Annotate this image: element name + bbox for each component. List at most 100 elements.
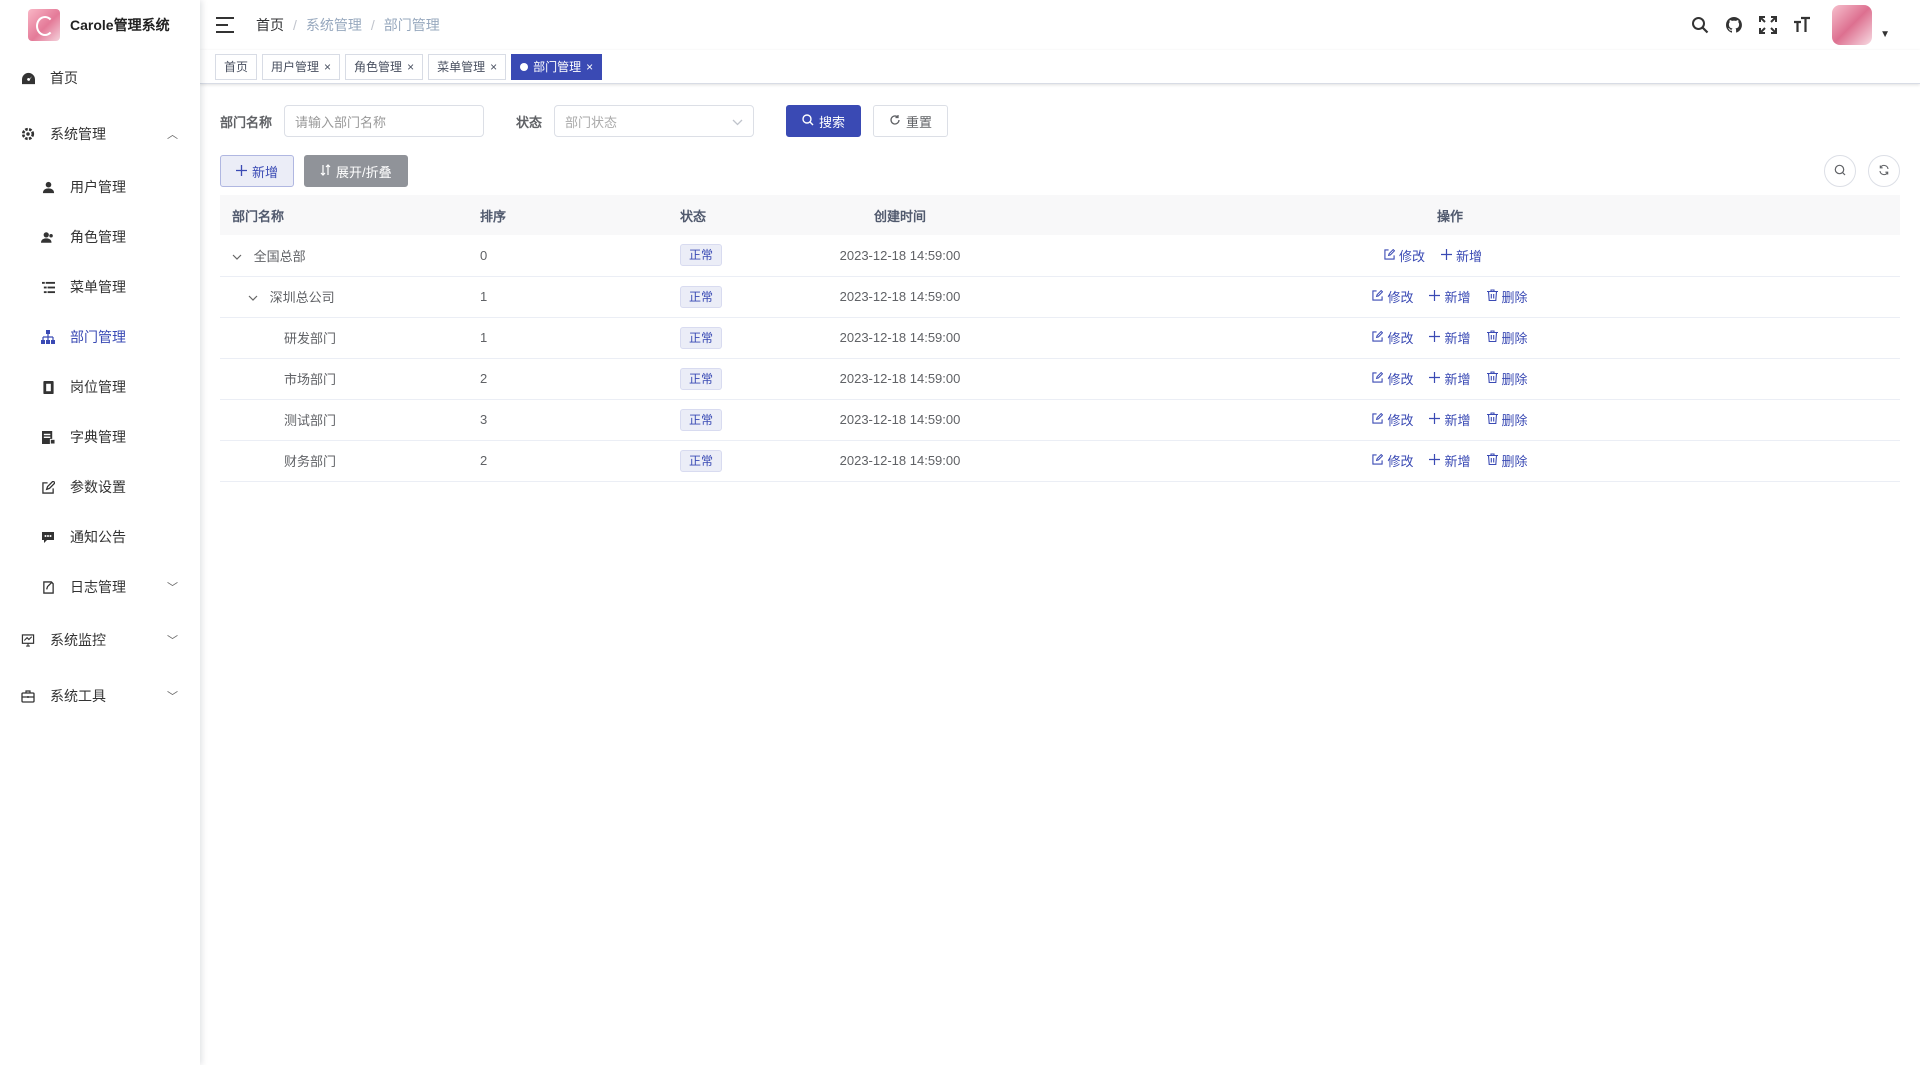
github-icon[interactable] bbox=[1724, 15, 1744, 35]
search-form: 部门名称 请输入部门名称 状态 部门状态 搜索 重置 bbox=[220, 105, 1900, 137]
delete-button[interactable]: 删除 bbox=[1486, 451, 1528, 470]
edit-button[interactable]: 修改 bbox=[1372, 369, 1413, 388]
edit-icon bbox=[1372, 453, 1384, 468]
delete-button[interactable]: 删除 bbox=[1486, 328, 1528, 347]
search-icon[interactable] bbox=[1690, 15, 1710, 35]
add-child-button[interactable]: 新增 bbox=[1429, 328, 1471, 347]
close-icon[interactable]: × bbox=[324, 60, 331, 74]
dept-name-placeholder: 请输入部门名称 bbox=[295, 114, 387, 130]
chevron-down-icon[interactable] bbox=[248, 294, 260, 305]
dept-name: 财务部门 bbox=[284, 454, 337, 469]
tags-view: 首页 用户管理 × 角色管理 × 菜单管理 × 部门管理 × bbox=[200, 50, 1920, 84]
trash-icon bbox=[1486, 412, 1498, 427]
trash-icon bbox=[1486, 371, 1498, 386]
add-child-button[interactable]: 新增 bbox=[1429, 410, 1471, 429]
hamburger-icon[interactable] bbox=[216, 17, 234, 33]
logo-area[interactable]: Carole管理系统 bbox=[0, 0, 200, 50]
tag-menus[interactable]: 菜单管理 × bbox=[428, 53, 507, 80]
edit-button[interactable]: 修改 bbox=[1372, 451, 1413, 470]
edit-button[interactable]: 修改 bbox=[1372, 410, 1413, 429]
delete-label: 删除 bbox=[1501, 290, 1528, 305]
message-icon bbox=[40, 529, 56, 545]
status-label: 状态 bbox=[516, 114, 543, 130]
close-icon[interactable]: × bbox=[586, 60, 593, 74]
add-child-button[interactable]: 新增 bbox=[1441, 246, 1482, 265]
add-label: 新增 bbox=[1444, 290, 1471, 305]
delete-label: 删除 bbox=[1501, 454, 1528, 469]
sort-icon bbox=[320, 163, 331, 179]
refresh-icon bbox=[889, 114, 901, 129]
close-icon[interactable]: × bbox=[407, 60, 414, 74]
sidebar-item-tools[interactable]: 系统工具 ﹀ bbox=[0, 668, 200, 724]
dept-order: 1 bbox=[480, 276, 680, 318]
close-icon[interactable]: × bbox=[490, 60, 497, 74]
add-child-button[interactable]: 新增 bbox=[1429, 369, 1471, 388]
delete-button[interactable]: 删除 bbox=[1486, 369, 1528, 388]
sidebar-item-users[interactable]: 用户管理 bbox=[0, 162, 200, 212]
table-row: 财务部门 2 正常 2023-12-18 14:59:00 修改 新增 删除 bbox=[220, 440, 1900, 482]
sidebar-item-depts[interactable]: 部门管理 bbox=[0, 312, 200, 362]
tag-users[interactable]: 用户管理 × bbox=[262, 53, 341, 80]
plus-icon bbox=[1429, 330, 1441, 345]
status-badge: 正常 bbox=[680, 408, 723, 431]
delete-button[interactable]: 删除 bbox=[1486, 287, 1528, 306]
add-child-button[interactable]: 新增 bbox=[1429, 451, 1471, 470]
edit-label: 修改 bbox=[1387, 372, 1414, 387]
expand-collapse-button[interactable]: 展开/折叠 bbox=[304, 155, 408, 187]
sidebar-item-logs[interactable]: 日志管理 ﹀ bbox=[0, 562, 200, 612]
delete-label: 删除 bbox=[1501, 331, 1528, 346]
chevron-down-icon[interactable] bbox=[232, 253, 244, 264]
dept-order: 2 bbox=[480, 358, 680, 400]
edit-label: 修改 bbox=[1387, 290, 1414, 305]
sidebar-item-menus[interactable]: 菜单管理 bbox=[0, 262, 200, 312]
chevron-down-icon: ﹀ bbox=[167, 691, 178, 703]
edit-icon bbox=[1372, 371, 1384, 386]
sidebar-item-posts[interactable]: 岗位管理 bbox=[0, 362, 200, 412]
navbar: 首页 / 系统管理 / 部门管理 ▼ bbox=[200, 0, 1920, 50]
fullscreen-icon[interactable] bbox=[1758, 15, 1778, 35]
search-button-label: 搜索 bbox=[819, 114, 846, 130]
font-size-icon[interactable] bbox=[1792, 15, 1812, 35]
sidebar-item-system[interactable]: 系统管理 ︿ bbox=[0, 106, 200, 162]
avatar[interactable] bbox=[1832, 5, 1873, 45]
sidebar-item-notices[interactable]: 通知公告 bbox=[0, 512, 200, 562]
search-icon bbox=[1834, 164, 1846, 179]
edit-button[interactable]: 修改 bbox=[1384, 246, 1425, 265]
dept-name: 深圳总公司 bbox=[269, 290, 335, 305]
edit-button[interactable]: 修改 bbox=[1372, 328, 1413, 347]
sidebar-menu: 首页 系统管理 ︿ 用户管理 角色管理 菜单管理 部门管理 岗位管理 字典管理 … bbox=[0, 50, 200, 724]
tag-depts[interactable]: 部门管理 × bbox=[511, 53, 603, 80]
sidebar-item-dict[interactable]: 字典管理 bbox=[0, 412, 200, 462]
add-button[interactable]: 新增 bbox=[220, 155, 295, 187]
edit-button[interactable]: 修改 bbox=[1372, 287, 1413, 306]
tag-roles[interactable]: 角色管理 × bbox=[345, 53, 424, 80]
sidebar-item-monitor[interactable]: 系统监控 ﹀ bbox=[0, 612, 200, 668]
logo-image bbox=[28, 9, 60, 41]
sidebar-item-roles[interactable]: 角色管理 bbox=[0, 212, 200, 262]
table-toolbar: 新增 展开/折叠 bbox=[220, 155, 1900, 187]
trash-icon bbox=[1486, 453, 1498, 468]
caret-down-icon[interactable]: ▼ bbox=[1880, 29, 1890, 40]
header-created: 创建时间 bbox=[873, 208, 926, 224]
reset-button[interactable]: 重置 bbox=[873, 105, 949, 137]
expand-button-label: 展开/折叠 bbox=[336, 164, 392, 180]
dept-name: 研发部门 bbox=[284, 331, 337, 346]
add-child-button[interactable]: 新增 bbox=[1429, 287, 1471, 306]
sidebar-item-home[interactable]: 首页 bbox=[0, 50, 200, 106]
log-icon bbox=[40, 579, 56, 595]
breadcrumb-home[interactable]: 首页 bbox=[256, 15, 284, 35]
dept-name: 市场部门 bbox=[284, 372, 337, 387]
status-badge: 正常 bbox=[680, 244, 723, 267]
delete-button[interactable]: 删除 bbox=[1486, 410, 1528, 429]
sidebar-item-params[interactable]: 参数设置 bbox=[0, 462, 200, 512]
sidebar-item-label: 参数设置 bbox=[70, 479, 126, 495]
dept-order: 0 bbox=[480, 235, 680, 277]
dict-icon bbox=[40, 429, 56, 445]
dept-name-input[interactable]: 请输入部门名称 bbox=[284, 105, 485, 137]
sidebar-item-label: 岗位管理 bbox=[70, 379, 126, 395]
status-select[interactable]: 部门状态 bbox=[554, 105, 755, 137]
search-button[interactable]: 搜索 bbox=[786, 105, 862, 137]
toggle-search-button[interactable] bbox=[1824, 155, 1856, 187]
tag-home[interactable]: 首页 bbox=[215, 53, 258, 80]
refresh-button[interactable] bbox=[1868, 155, 1900, 187]
